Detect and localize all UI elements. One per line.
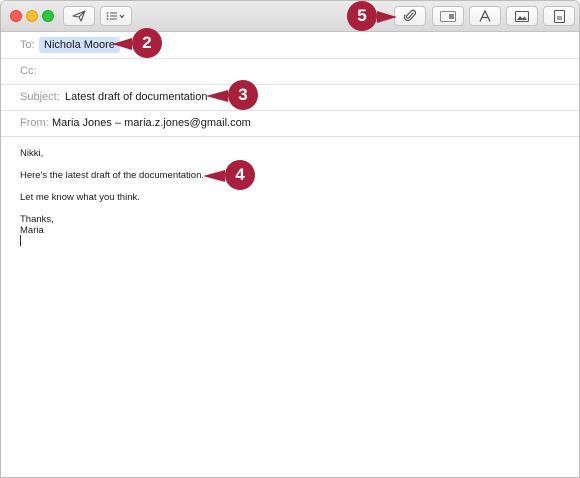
callout-2: 2 (112, 28, 164, 60)
zoom-window-button[interactable] (42, 10, 54, 22)
send-button[interactable] (63, 6, 95, 26)
callout-arrow (203, 170, 225, 182)
callout-4: 4 (203, 160, 259, 192)
compose-window: To: Nichola Moore Cc: Subject: Latest dr… (0, 0, 580, 478)
attach-button[interactable] (394, 6, 426, 26)
send-icon (72, 10, 86, 22)
format-icon (479, 10, 491, 22)
callout-arrow (206, 90, 228, 102)
callout-3-badge: 3 (228, 80, 258, 110)
subject-value[interactable]: Latest draft of documentation (65, 91, 207, 103)
message-body[interactable]: Nikki, Here's the latest draft of the do… (1, 138, 579, 477)
subject-label: Subject: (20, 91, 60, 103)
to-field[interactable]: To: Nichola Moore (1, 32, 579, 59)
message-signature: Maria (20, 225, 44, 236)
header-fields-icon (106, 11, 126, 21)
from-value[interactable]: Maria Jones – maria.z.jones@gmail.com (52, 117, 251, 129)
cc-field[interactable]: Cc: (1, 58, 579, 85)
callout-arrow (377, 11, 397, 23)
photo-browser-button[interactable] (432, 6, 464, 26)
callout-5: 5 (347, 1, 397, 33)
cc-label: Cc: (20, 65, 37, 77)
format-button[interactable] (469, 6, 501, 26)
attach-icon (404, 9, 416, 23)
header-fields-button[interactable] (100, 6, 132, 26)
stationery-icon (553, 9, 565, 23)
callout-5-badge: 5 (347, 1, 377, 31)
message-greeting: Nikki, (20, 148, 44, 159)
subject-field[interactable]: Subject: Latest draft of documentation (1, 84, 579, 111)
minimize-window-button[interactable] (26, 10, 38, 22)
message-line-1: Here's the latest draft of the documenta… (20, 170, 205, 181)
to-label: To: (20, 39, 35, 51)
image-icon (515, 10, 529, 22)
message-closing: Thanks, (20, 214, 54, 225)
recipient-chip[interactable]: Nichola Moore (39, 37, 120, 53)
stationery-button[interactable] (543, 6, 575, 26)
callout-arrow (112, 38, 132, 50)
from-label: From: (20, 117, 49, 129)
from-field[interactable]: From: Maria Jones – maria.z.jones@gmail.… (1, 110, 579, 137)
callout-2-badge: 2 (132, 28, 162, 58)
callout-4-badge: 4 (225, 160, 255, 190)
toolbar (1, 1, 579, 32)
image-button[interactable] (506, 6, 538, 26)
message-line-2: Let me know what you think. (20, 192, 140, 203)
close-window-button[interactable] (10, 10, 22, 22)
text-cursor (20, 235, 21, 246)
photo-browser-icon (440, 10, 456, 22)
callout-3: 3 (206, 80, 262, 112)
